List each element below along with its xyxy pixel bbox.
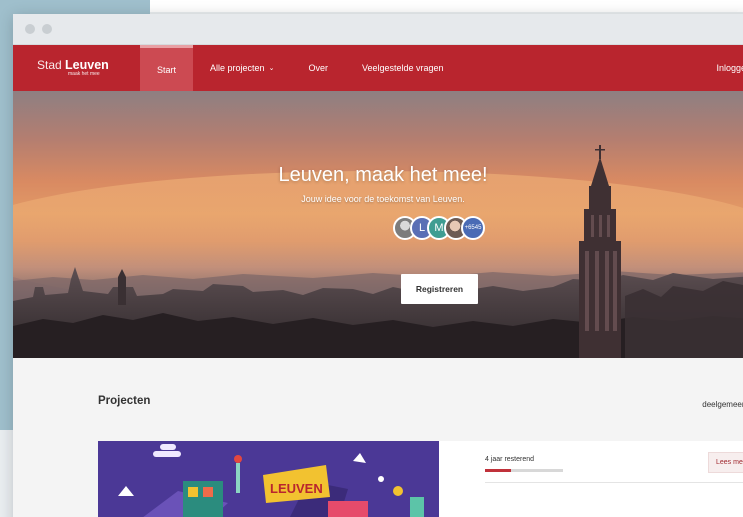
read-more-button[interactable]: Lees meer xyxy=(708,452,743,473)
participant-count-badge: +6545 xyxy=(461,216,485,240)
register-button[interactable]: Registreren xyxy=(401,274,478,304)
project-image-text: LEUVEN xyxy=(270,481,323,496)
city-skyline-image xyxy=(13,145,743,358)
window-close-dot[interactable] xyxy=(25,24,35,34)
nav-item-label: Veelgestelde vragen xyxy=(361,63,444,73)
section-title: Projecten xyxy=(98,395,151,407)
progress-bar xyxy=(485,469,563,472)
district-filter-link[interactable]: deelgemeente xyxy=(702,400,743,409)
login-link[interactable]: Inloggen xyxy=(716,45,743,91)
window-titlebar xyxy=(13,14,743,45)
hero-title: Leuven, maak het mee! xyxy=(278,164,488,186)
nav-item-start[interactable]: Start xyxy=(140,45,194,91)
main-navbar: Stad Leuven maak het mee Start Alle proj… xyxy=(13,45,743,91)
nav-item-label: Alle projecten xyxy=(210,63,265,73)
projects-section: Projecten deelgemeente LEUVEN xyxy=(13,358,743,517)
browser-window: Stad Leuven maak het mee Start Alle proj… xyxy=(13,14,743,517)
hero-subtitle: Jouw idee voor de toekomst van Leuven. xyxy=(301,194,465,204)
nav-item-label: Over xyxy=(308,63,328,73)
window-minimize-dot[interactable] xyxy=(42,24,52,34)
logo-tagline: maak het mee xyxy=(68,71,100,78)
page-backdrop-top xyxy=(150,0,743,12)
progress-bar-fill xyxy=(485,469,511,472)
logo-wordmark: Stad Leuven xyxy=(37,59,140,72)
nav-item-label: Start xyxy=(157,64,177,75)
hero-banner: Leuven, maak het mee! Jouw idee voor de … xyxy=(13,91,743,358)
nav-item-alle-projecten[interactable]: Alle projecten ⌄ xyxy=(193,45,291,91)
logo-name-bold: Leuven xyxy=(65,57,109,72)
card-divider xyxy=(485,482,743,483)
project-card[interactable]: LEUVEN 4 jaar resterend Lees meer xyxy=(98,441,743,517)
time-remaining: 4 jaar resterend xyxy=(485,456,535,463)
logo-name-light: Stad xyxy=(37,57,62,72)
chevron-down-icon: ⌄ xyxy=(268,65,275,72)
nav-item-veelgestelde-vragen[interactable]: Veelgestelde vragen xyxy=(345,45,461,91)
nav-item-over[interactable]: Over xyxy=(291,45,345,91)
project-illustration-image: LEUVEN xyxy=(98,441,439,517)
site-logo[interactable]: Stad Leuven maak het mee xyxy=(13,45,140,91)
participant-avatars: L M +6545 xyxy=(393,216,485,242)
